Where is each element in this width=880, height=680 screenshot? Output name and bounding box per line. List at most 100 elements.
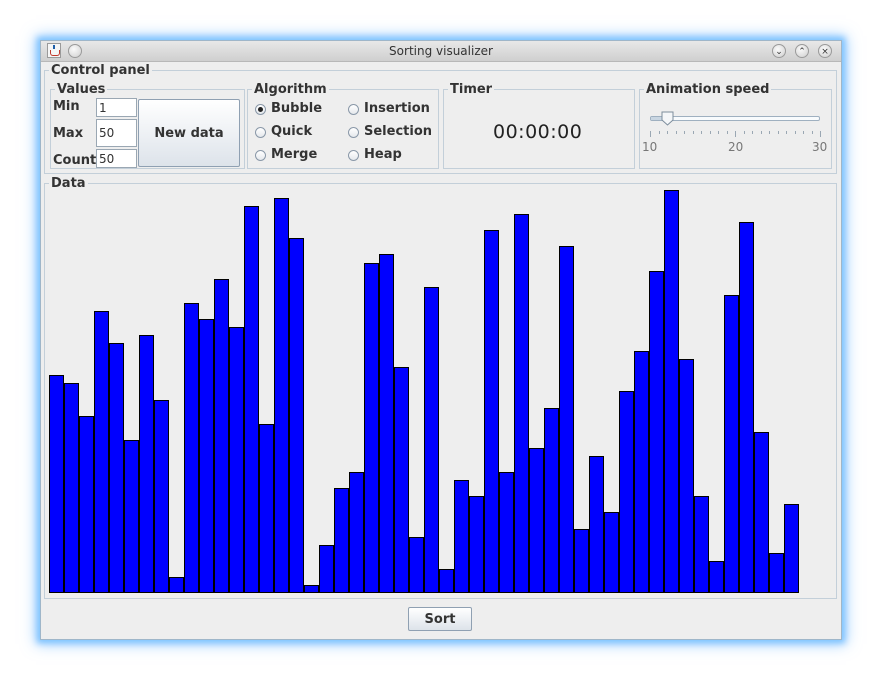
data-panel: Data	[44, 176, 837, 599]
min-label: Min	[53, 99, 80, 114]
data-bar	[199, 319, 214, 593]
data-bar	[349, 472, 364, 593]
data-panel-title: Data	[49, 176, 88, 191]
title-bar[interactable]: Sorting visualizer ⌄ ⌃ ×	[41, 41, 841, 62]
speed-tick	[684, 131, 685, 134]
data-bar	[544, 408, 559, 593]
data-bar	[274, 198, 289, 593]
speed-tick	[675, 131, 677, 134]
max-input[interactable]	[96, 119, 137, 147]
data-bar	[169, 577, 184, 593]
animation-speed-group: Animation speed 10 20 30	[639, 82, 832, 169]
data-bar	[304, 585, 319, 593]
data-bar	[664, 190, 679, 593]
data-bar	[289, 238, 304, 593]
min-input[interactable]	[96, 98, 137, 117]
data-bar	[154, 400, 169, 593]
count-label: Count	[53, 153, 97, 168]
speed-label-max: 30	[812, 140, 828, 154]
data-bar	[379, 254, 394, 593]
timer-title: Timer	[448, 82, 495, 97]
radio-insertion[interactable]	[348, 104, 359, 115]
speed-tick	[777, 131, 779, 134]
data-bar	[694, 496, 709, 593]
new-data-button[interactable]: New data	[138, 99, 240, 167]
speed-tick	[650, 131, 651, 137]
data-bar	[469, 496, 484, 593]
radio-merge[interactable]	[255, 150, 266, 161]
speed-tick	[735, 131, 736, 137]
close-icon[interactable]: ×	[818, 44, 832, 58]
timer-group: Timer 00:00:00	[443, 82, 635, 169]
data-bar	[454, 480, 469, 593]
speed-tick	[692, 131, 694, 134]
speed-tick	[803, 131, 804, 134]
data-bar	[559, 246, 574, 593]
animation-speed-title: Animation speed	[644, 82, 772, 97]
main-window: Sorting visualizer ⌄ ⌃ × Control panel V…	[40, 40, 842, 640]
radio-insertion-label[interactable]: Insertion	[364, 101, 430, 116]
data-bar	[124, 440, 139, 593]
data-bar	[139, 335, 154, 593]
speed-tick	[811, 131, 813, 134]
radio-bubble-label[interactable]: Bubble	[271, 101, 322, 116]
data-bar	[724, 295, 739, 593]
speed-tick	[752, 131, 753, 134]
data-bar	[394, 367, 409, 593]
speed-tick	[709, 131, 711, 134]
sort-button[interactable]: Sort	[408, 607, 472, 631]
speed-slider-track[interactable]	[650, 116, 820, 121]
data-bar	[769, 553, 784, 593]
data-bar	[619, 391, 634, 593]
values-group: Values Min Max Count New data	[50, 82, 245, 169]
data-bar	[649, 271, 664, 593]
speed-tick	[820, 131, 821, 137]
data-bars-area	[49, 190, 804, 593]
data-bar	[784, 504, 799, 593]
data-bar	[94, 311, 109, 593]
data-bar	[109, 343, 124, 593]
data-bar	[499, 472, 514, 593]
speed-tick	[701, 131, 702, 134]
radio-heap-label[interactable]: Heap	[364, 147, 402, 162]
control-panel: Control panel Values Min Max Count New d…	[44, 63, 837, 174]
data-bar	[514, 214, 529, 593]
speed-tick	[667, 131, 668, 134]
speed-tick	[718, 131, 719, 134]
algorithm-group: Algorithm Bubble Insertion Quick Selecti…	[247, 82, 439, 169]
values-title: Values	[55, 82, 108, 97]
radio-quick-label[interactable]: Quick	[271, 124, 312, 139]
speed-tick	[769, 131, 770, 134]
data-bar	[604, 512, 619, 593]
data-bar	[334, 488, 349, 593]
minimize-icon[interactable]: ⌄	[772, 44, 786, 58]
maximize-icon[interactable]: ⌃	[795, 44, 809, 58]
radio-selection-label[interactable]: Selection	[364, 124, 432, 139]
speed-slider-thumb[interactable]	[661, 111, 674, 126]
radio-selection[interactable]	[348, 127, 359, 138]
radio-heap[interactable]	[348, 150, 359, 161]
radio-quick[interactable]	[255, 127, 266, 138]
data-bar	[424, 287, 439, 593]
data-bar	[79, 416, 94, 593]
speed-label-min: 10	[642, 140, 658, 154]
data-bar	[64, 383, 79, 593]
count-input[interactable]	[96, 149, 137, 168]
radio-bubble[interactable]	[255, 104, 266, 115]
data-bar	[214, 279, 229, 593]
data-bar	[259, 424, 274, 593]
max-label: Max	[53, 126, 84, 141]
speed-tick	[794, 131, 796, 134]
data-bar	[679, 359, 694, 593]
data-bar	[364, 263, 379, 593]
data-bar	[484, 230, 499, 593]
radio-merge-label[interactable]: Merge	[271, 147, 317, 162]
data-bar	[709, 561, 724, 593]
data-bar	[574, 529, 589, 593]
data-bar	[319, 545, 334, 593]
data-bar	[589, 456, 604, 593]
data-bar	[754, 432, 769, 593]
timer-display: 00:00:00	[493, 121, 583, 143]
speed-tick	[726, 131, 728, 134]
window-title: Sorting visualizer	[389, 44, 493, 58]
